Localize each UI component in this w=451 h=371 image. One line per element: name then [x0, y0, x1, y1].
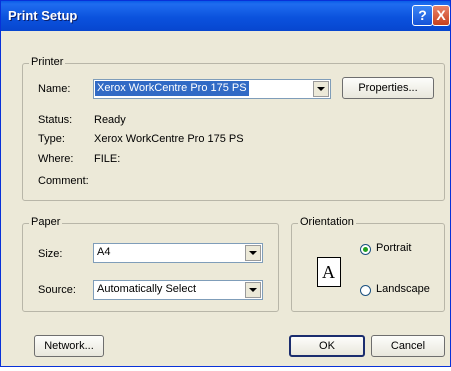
close-icon[interactable]: X: [432, 5, 450, 26]
where-value: FILE:: [94, 153, 121, 165]
chevron-down-icon[interactable]: [313, 81, 329, 97]
landscape-label[interactable]: Landscape: [376, 283, 430, 295]
paper-source-select[interactable]: Automatically Select: [93, 280, 263, 300]
where-label: Where:: [38, 153, 74, 165]
printer-legend: Printer: [29, 56, 66, 68]
printer-name-select[interactable]: Xerox WorkCentre Pro 175 PS: [93, 79, 331, 99]
chevron-down-icon[interactable]: [245, 282, 261, 298]
status-value: Ready: [94, 114, 126, 126]
printer-name-value: Xerox WorkCentre Pro 175 PS: [95, 81, 249, 96]
properties-button[interactable]: Properties...: [342, 77, 434, 99]
portrait-label[interactable]: Portrait: [376, 242, 411, 254]
comment-label: Comment:: [38, 175, 89, 187]
source-label: Source:: [38, 284, 76, 296]
paper-size-select[interactable]: A4: [93, 243, 263, 263]
chevron-down-icon[interactable]: [245, 245, 261, 261]
name-label: Name:: [38, 83, 71, 95]
cancel-button[interactable]: Cancel: [371, 335, 445, 357]
orientation-group: Orientation: [291, 216, 445, 312]
status-label: Status:: [38, 114, 73, 126]
type-label: Type:: [38, 133, 65, 145]
size-label: Size:: [38, 248, 63, 260]
ok-button[interactable]: OK: [289, 335, 365, 357]
title-bar[interactable]: Print Setup ? X: [1, 1, 450, 31]
paper-size-value: A4: [97, 246, 111, 258]
paper-legend: Paper: [29, 216, 63, 228]
network-button[interactable]: Network...: [34, 335, 104, 357]
help-icon[interactable]: ?: [412, 5, 433, 26]
page-letter-icon: A: [322, 262, 335, 282]
orientation-legend: Orientation: [298, 216, 356, 228]
print-setup-dialog: Print Setup ? X Printer Name: Xerox Work…: [0, 0, 451, 367]
portrait-radio[interactable]: [360, 244, 371, 255]
window-title: Print Setup: [8, 8, 78, 23]
radio-selected-dot: [363, 247, 368, 252]
landscape-radio[interactable]: [360, 285, 371, 296]
paper-source-value: Automatically Select: [97, 283, 197, 295]
portrait-page-icon: A: [317, 257, 341, 287]
type-value: Xerox WorkCentre Pro 175 PS: [94, 133, 244, 145]
